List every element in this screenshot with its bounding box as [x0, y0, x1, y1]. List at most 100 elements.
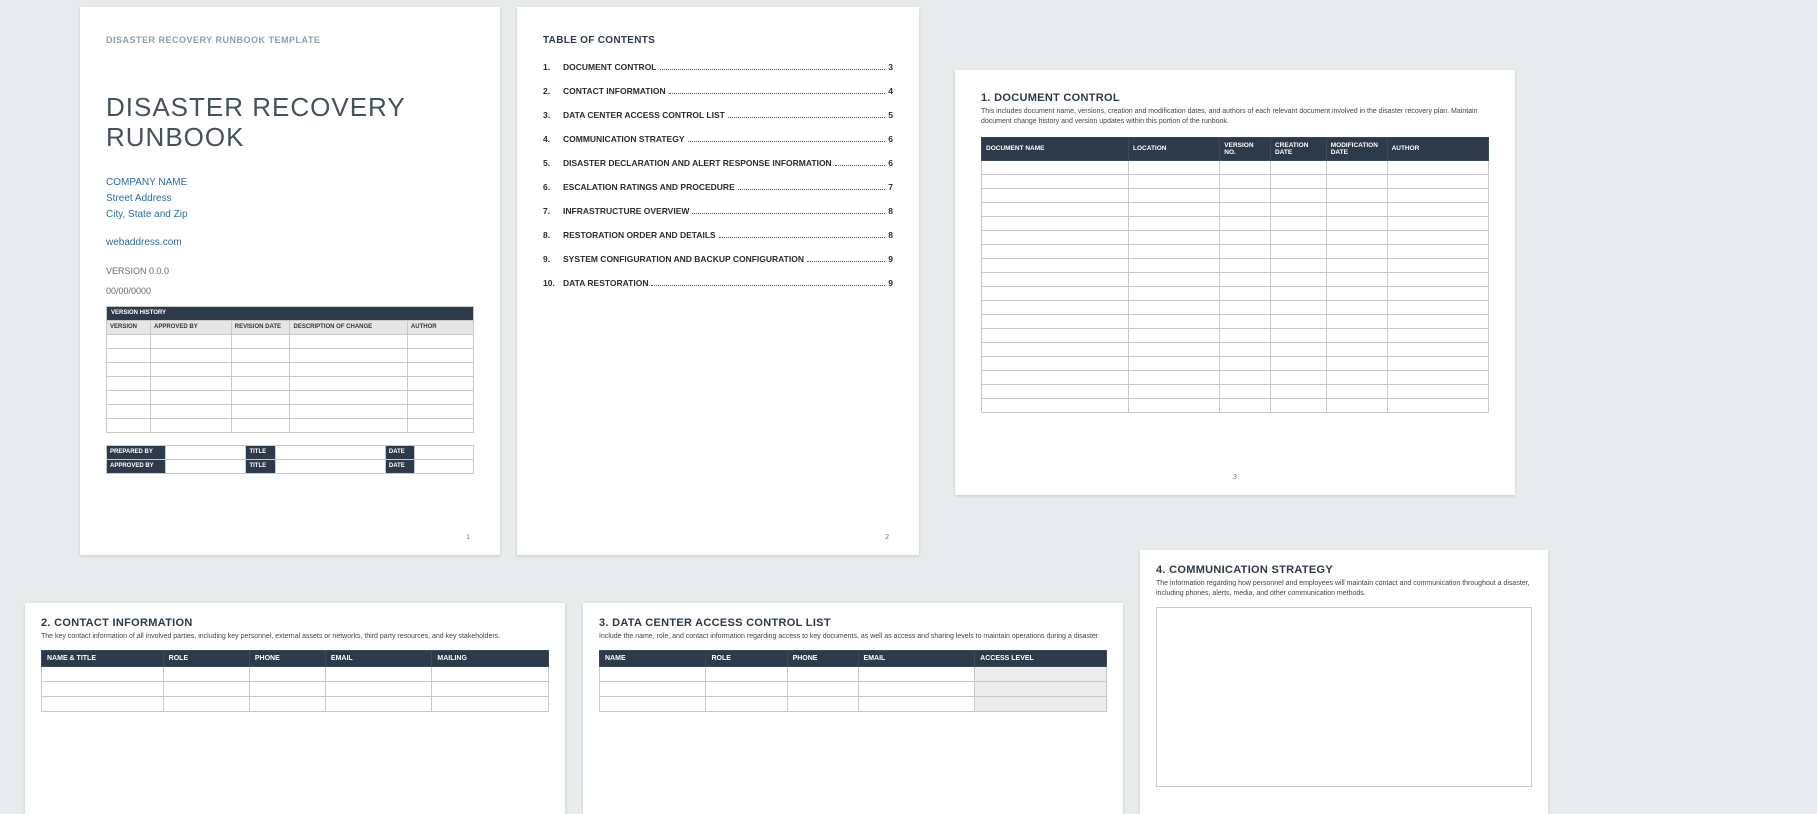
ct-col-name: NAME & TITLE — [42, 650, 164, 666]
dc-col-loc: LOCATION — [1129, 137, 1220, 160]
datacenter-table: NAME ROLE PHONE EMAIL ACCESS LEVEL — [599, 650, 1107, 712]
ct-col-role: ROLE — [163, 650, 249, 666]
toc-num: 5. — [543, 158, 563, 168]
sig-title-value-1 — [275, 445, 385, 459]
sig-prepared-value — [165, 445, 246, 459]
sig-date-value-1 — [415, 445, 474, 459]
dc-col-create: CREATION DATE — [1270, 137, 1326, 160]
page-contact-info: 2. CONTACT INFORMATION The key contact i… — [25, 603, 565, 814]
contact-table: NAME & TITLE ROLE PHONE EMAIL MAILING — [41, 650, 549, 712]
toc-label: CONTACT INFORMATION — [563, 86, 666, 96]
dct-col-name: NAME — [600, 650, 706, 666]
table-row — [982, 300, 1489, 314]
table-row — [982, 160, 1489, 174]
toc-dots — [692, 213, 885, 214]
title-line-1: DISASTER RECOVERY — [106, 92, 406, 122]
table-row — [107, 348, 474, 362]
vh-col-revdate: REVISION DATE — [231, 320, 290, 334]
toc-num: 8. — [543, 230, 563, 240]
ct-col-phone: PHONE — [249, 650, 325, 666]
page-2-toc: TABLE OF CONTENTS 1.DOCUMENT CONTROL3 2.C… — [517, 7, 919, 555]
table-row — [107, 376, 474, 390]
table-row — [107, 362, 474, 376]
toc-label: DATA RESTORATION — [563, 278, 648, 288]
table-row — [107, 390, 474, 404]
version-history-table: VERSION HISTORY VERSION APPROVED BY REVI… — [106, 306, 474, 433]
toc-page: 6 — [888, 134, 893, 144]
ct-col-mailing: MAILING — [432, 650, 549, 666]
table-row — [982, 216, 1489, 230]
toc-dots — [651, 285, 885, 286]
dct-col-phone: PHONE — [787, 650, 858, 666]
toc-item: 1.DOCUMENT CONTROL3 — [543, 62, 893, 72]
dct-col-access: ACCESS LEVEL — [975, 650, 1107, 666]
toc-dots — [835, 165, 886, 166]
table-row — [982, 188, 1489, 202]
toc-page: 6 — [888, 158, 893, 168]
page-number: 2 — [885, 534, 889, 541]
toc-item: 8.RESTORATION ORDER AND DETAILS8 — [543, 230, 893, 240]
toc-item: 7.INFRASTRUCTURE OVERVIEW8 — [543, 206, 893, 216]
document-title: DISASTER RECOVERY RUNBOOK — [106, 93, 474, 153]
toc-num: 6. — [543, 182, 563, 192]
toc-page: 4 — [888, 86, 893, 96]
toc-dots — [660, 69, 886, 70]
ct-col-email: EMAIL — [325, 650, 431, 666]
toc-page: 9 — [888, 254, 893, 264]
document-control-table: DOCUMENT NAME LOCATION VERSION NO. CREAT… — [981, 137, 1489, 413]
sig-date-label-1: DATE — [385, 445, 414, 459]
toc-dots — [719, 237, 886, 238]
table-row — [982, 328, 1489, 342]
toc-num: 4. — [543, 134, 563, 144]
table-row — [107, 334, 474, 348]
table-row — [982, 202, 1489, 216]
toc-item: 5.DISASTER DECLARATION AND ALERT RESPONS… — [543, 158, 893, 168]
company-name: COMPANY NAME — [106, 175, 474, 191]
toc-page: 8 — [888, 230, 893, 240]
toc-page: 8 — [888, 206, 893, 216]
page-1-cover: DISASTER RECOVERY RUNBOOK TEMPLATE DISAS… — [80, 7, 500, 555]
sig-title-label-1: TITLE — [246, 445, 275, 459]
vh-title-cell: VERSION HISTORY — [107, 306, 474, 320]
dc-col-ver: VERSION NO. — [1220, 137, 1271, 160]
table-row — [982, 244, 1489, 258]
vh-col-version: VERSION — [107, 320, 151, 334]
toc-num: 2. — [543, 86, 563, 96]
toc-dots — [728, 117, 885, 118]
vh-col-desc: DESCRIPTION OF CHANGE — [290, 320, 407, 334]
toc-item: 4.COMMUNICATION STRATEGY6 — [543, 134, 893, 144]
empty-content-box — [1156, 607, 1532, 787]
toc-label: DISASTER DECLARATION AND ALERT RESPONSE … — [563, 158, 832, 168]
table-row — [982, 384, 1489, 398]
sig-approved-label: APPROVED BY — [107, 459, 166, 473]
toc-num: 1. — [543, 62, 563, 72]
title-line-2: RUNBOOK — [106, 122, 244, 152]
page-datacenter-acl: 3. DATA CENTER ACCESS CONTROL LIST Inclu… — [583, 603, 1123, 814]
table-row — [982, 370, 1489, 384]
table-row — [982, 230, 1489, 244]
date-text: 00/00/0000 — [106, 286, 474, 296]
toc-title: TABLE OF CONTENTS — [543, 35, 893, 46]
toc-item: 9.SYSTEM CONFIGURATION AND BACKUP CONFIG… — [543, 254, 893, 264]
toc-dots — [738, 189, 886, 190]
dct-col-role: ROLE — [706, 650, 787, 666]
section-subtext: This includes document name, versions, c… — [981, 107, 1489, 127]
page-comm-strategy: 4. COMMUNICATION STRATEGY The informatio… — [1140, 550, 1548, 814]
toc-num: 3. — [543, 110, 563, 120]
toc-label: ESCALATION RATINGS AND PROCEDURE — [563, 182, 735, 192]
section-subtext: The information regarding how personnel … — [1156, 579, 1532, 599]
table-row — [42, 681, 549, 696]
toc-list: 1.DOCUMENT CONTROL3 2.CONTACT INFORMATION… — [543, 62, 893, 288]
section-heading: 1. DOCUMENT CONTROL — [981, 92, 1489, 104]
page-3-doc-control: 1. DOCUMENT CONTROL This includes docume… — [955, 70, 1515, 495]
section-heading: 3. DATA CENTER ACCESS CONTROL LIST — [599, 617, 1107, 629]
toc-dots — [807, 261, 885, 262]
street-address: Street Address — [106, 191, 474, 207]
sig-title-value-2 — [275, 459, 385, 473]
table-row — [42, 666, 549, 681]
toc-label: DATA CENTER ACCESS CONTROL LIST — [563, 110, 725, 120]
vh-col-author: AUTHOR — [407, 320, 473, 334]
web-address: webaddress.com — [106, 237, 474, 248]
table-row — [982, 174, 1489, 188]
toc-item: 2.CONTACT INFORMATION 4 — [543, 86, 893, 96]
